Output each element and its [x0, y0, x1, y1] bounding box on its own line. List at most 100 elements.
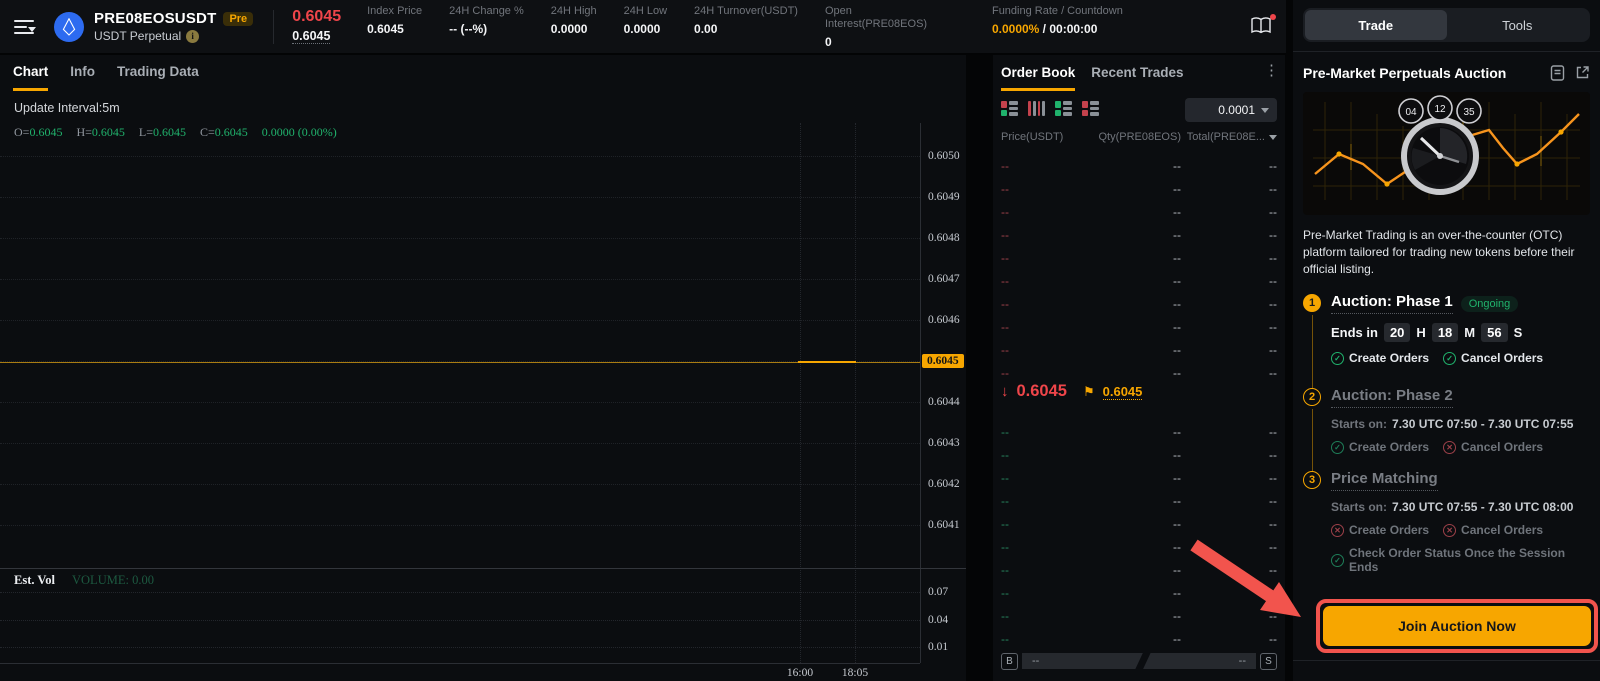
notification-dot [1270, 14, 1276, 20]
ask-row[interactable]: ------ [1001, 154, 1277, 177]
check-circle-icon: ✓ [1331, 441, 1344, 454]
stat-funding-rate: Funding Rate / Countdown 0.0000% / 00:00… [992, 5, 1123, 36]
chevron-down-icon [1261, 108, 1269, 113]
volume-tick-label: 0.04 [928, 614, 948, 626]
ask-row[interactable]: ------ [1001, 223, 1277, 246]
phase-1-title[interactable]: Auction: Phase 1 [1331, 293, 1453, 314]
mid-price-row[interactable]: ↓ 0.6045 ⚑ 0.6045 [1001, 382, 1142, 401]
stat-24h-low: 24H Low 0.0000 [624, 5, 667, 36]
stat-24h-high: 24H High 0.0000 [551, 5, 597, 36]
mark-price-link[interactable]: 0.6045 [1103, 384, 1143, 400]
orderbook-view-modes [1001, 101, 1099, 116]
eos-coin-logo [54, 12, 84, 42]
tab-info[interactable]: Info [70, 64, 95, 91]
main-row: Chart Info Trading Data Update Interval:… [0, 55, 1286, 681]
price-gridline-row: 0.6047 [0, 258, 920, 299]
view-mode-bids-icon[interactable] [1055, 101, 1072, 116]
tab-order-book[interactable]: Order Book [1001, 65, 1075, 91]
divider [273, 10, 274, 44]
premarket-banner: 04 12 35 [1303, 92, 1590, 215]
document-icon[interactable] [1550, 65, 1565, 81]
sell-label: S [1260, 653, 1277, 670]
external-link-icon[interactable] [1575, 65, 1590, 80]
price-gridline-row: 0.6048 [0, 217, 920, 258]
permission-item: ✓ Create Orders [1331, 440, 1429, 454]
phase-1: 1 Auction: Phase 1 Ongoing Ends in 20 H … [1303, 293, 1590, 387]
col-total[interactable]: Total(PRE08E... [1181, 131, 1277, 143]
tab-tools[interactable]: Tools [1447, 10, 1589, 40]
permission-item: ✓ Check Order Status Once the Session En… [1331, 546, 1590, 574]
volume-pane-separator [0, 568, 966, 569]
price-direction-down-icon: ↓ [1001, 383, 1009, 400]
col-qty: Qty(PRE08EOS) [1087, 131, 1181, 143]
bid-row[interactable]: ------ [1001, 535, 1277, 558]
chart-tabs: Chart Info Trading Data [13, 64, 199, 91]
ask-row[interactable]: ------ [1001, 246, 1277, 269]
bid-row[interactable]: ------ [1001, 443, 1277, 466]
bid-row[interactable]: ------ [1001, 489, 1277, 512]
join-auction-button[interactable]: Join Auction Now [1323, 606, 1591, 646]
bid-row[interactable]: ------ [1001, 581, 1277, 604]
badge-minutes: 12 [1434, 104, 1446, 115]
tick-size-dropdown[interactable]: 0.0001 [1185, 98, 1277, 122]
bid-row[interactable]: ------ [1001, 420, 1277, 443]
divider [1293, 660, 1600, 661]
view-mode-depth-icon[interactable] [1028, 101, 1045, 116]
countdown-seconds: 56 [1481, 323, 1507, 342]
ask-row[interactable]: ------ [1001, 292, 1277, 315]
time-tick-label: 16:00 [787, 667, 813, 679]
trade-tools-switch: Trade Tools [1303, 8, 1590, 42]
stat-24h-change: 24H Change % -- (--%) [449, 5, 524, 36]
check-circle-icon: ✓ [1331, 554, 1344, 567]
orderbook-menu-icon[interactable]: ⋮ [1264, 63, 1279, 79]
view-mode-asks-icon[interactable] [1082, 101, 1099, 116]
bid-row[interactable]: ------ [1001, 604, 1277, 627]
auction-phases: 1 Auction: Phase 1 Ongoing Ends in 20 H … [1303, 293, 1590, 590]
view-mode-both-icon[interactable] [1001, 101, 1018, 116]
col-price: Price(USDT) [1001, 131, 1087, 143]
time-tick-label: 18:05 [842, 667, 868, 679]
phase-1-marker: 1 [1303, 294, 1321, 312]
mark-price[interactable]: 0.6045 [292, 29, 330, 44]
symbol-name: PRE08EOSUSDT [94, 10, 216, 27]
ask-row[interactable]: ------ [1001, 361, 1277, 384]
badge-seconds: 35 [1463, 107, 1475, 118]
bid-row[interactable]: ------ [1001, 627, 1277, 650]
bid-row[interactable]: ------ [1001, 466, 1277, 489]
trading-app: PRE08EOSUSDT Pre USDT Perpetual i 0.6045… [0, 0, 1600, 681]
tab-recent-trades[interactable]: Recent Trades [1091, 65, 1183, 91]
orderbook-guide-icon[interactable] [1250, 16, 1274, 38]
phase-2-marker: 2 [1303, 388, 1321, 406]
update-interval-label: Update Interval:5m [14, 101, 120, 115]
annotation-highlight-box: Join Auction Now [1316, 599, 1598, 653]
time-axis-line [0, 663, 920, 664]
phase-3-title[interactable]: Price Matching [1331, 470, 1438, 491]
price-gridline-row: 0.6044 [0, 382, 920, 423]
bid-row[interactable]: ------ [1001, 512, 1277, 535]
badge-hours: 04 [1405, 107, 1417, 118]
ask-row[interactable]: ------ [1001, 269, 1277, 292]
divider [1293, 51, 1600, 52]
phase-2-title[interactable]: Auction: Phase 2 [1331, 387, 1453, 408]
price-tick-label: 0.6043 [928, 437, 960, 449]
cross-circle-icon: ✕ [1331, 524, 1344, 537]
buy-ratio-value: -- [1032, 655, 1039, 667]
ask-row[interactable]: ------ [1001, 177, 1277, 200]
ask-row[interactable]: ------ [1001, 200, 1277, 223]
premarket-description: Pre-Market Trading is an over-the-counte… [1303, 227, 1590, 278]
ask-row[interactable]: ------ [1001, 338, 1277, 361]
permission-item: ✓ Cancel Orders [1443, 351, 1543, 365]
tab-chart[interactable]: Chart [13, 64, 48, 91]
ask-row[interactable]: ------ [1001, 315, 1277, 338]
symbol-block[interactable]: PRE08EOSUSDT Pre USDT Perpetual i [94, 10, 253, 43]
price-tick-label: 0.6041 [928, 519, 960, 531]
bid-row[interactable]: ------ [1001, 558, 1277, 581]
tab-trade[interactable]: Trade [1305, 10, 1447, 40]
cross-circle-icon: ✕ [1443, 441, 1456, 454]
phase-2: 2 Auction: Phase 2 Starts on:7.30 UTC 07… [1303, 387, 1590, 470]
info-icon[interactable]: i [186, 30, 199, 43]
markets-menu-icon[interactable] [14, 20, 36, 34]
auction-panel: Trade Tools Pre-Market Perpetuals Auctio… [1293, 0, 1600, 681]
permission-item: ✓ Create Orders [1331, 351, 1429, 365]
tab-trading-data[interactable]: Trading Data [117, 64, 199, 91]
